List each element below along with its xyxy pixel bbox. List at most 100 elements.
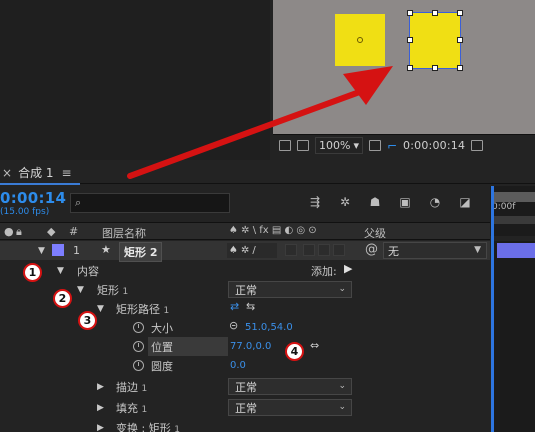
shy-switch-icon[interactable]: ♠ [229,245,238,256]
property-row-contents[interactable]: ▼ 内容 添加: ▶ [0,261,490,280]
stopwatch-icon[interactable] [133,360,144,371]
selection-handle[interactable] [407,10,413,16]
anchor-point-icon[interactable] [357,37,363,43]
collapse-triangle-icon[interactable]: ▶ [97,403,104,413]
adjustment-switch[interactable] [333,244,345,256]
selection-handle[interactable] [407,37,413,43]
layer-duration-bar[interactable] [497,243,535,258]
fx-switch[interactable] [285,244,297,256]
zoom-value: 100% [319,139,351,152]
add-menu-play-icon[interactable]: ▶ [344,262,352,275]
path-reverse-icon[interactable]: ⇆ [246,300,255,313]
scrub-cursor-icon: ⇔ [310,339,320,352]
yellow-rectangle-original[interactable] [335,14,385,66]
property-row-size[interactable]: 大小 ⊝ 51.0,54.0 [0,318,490,337]
property-row-roundness[interactable]: 圆度 0.0 [0,356,490,375]
position-value[interactable]: 77.0,0.0 [230,341,271,352]
mask-path-icon[interactable]: ⌐ [387,139,397,153]
contents-label: 内容 [77,265,99,278]
panel-menu-icon[interactable]: ≡ [62,166,72,180]
lock-icon[interactable]: 🔒︎ [16,225,22,239]
quality-switch-icon[interactable]: / [252,245,255,256]
stopwatch-icon[interactable] [133,322,144,333]
rectangle-blend-mode-select[interactable]: 正常 ⌄ [228,281,352,298]
viewer-timecode[interactable]: 0:00:00:14 [403,139,465,152]
position-label: 位置 [151,341,173,354]
layer-name[interactable]: 矩形 2 [119,242,163,262]
property-row-position[interactable]: 位置 77.0,0.0 ⇔ [0,337,490,356]
property-row-transform[interactable]: ▶ 变换 : 矩形 1 [0,418,490,432]
transform-label: 变换 : 矩形 1 [116,422,180,432]
size-value[interactable]: 51.0,54.0 [245,322,293,333]
callout-badge-3: 3 [78,311,97,330]
expand-triangle-icon[interactable]: ▼ [57,266,64,276]
chevron-down-icon: ▼ [474,245,481,255]
selection-handle[interactable] [432,65,438,71]
zoom-select[interactable]: 100% ▾ [315,137,363,154]
path-direction-icon[interactable]: ⇄ [230,300,239,313]
expand-triangle-icon[interactable]: ▼ [77,285,84,295]
layer-switches[interactable]: ♠ ✲ / [227,243,277,258]
property-row-rectangle-path[interactable]: ▼ 矩形路径 1 ⇄ ⇆ [0,299,490,318]
selection-handle[interactable] [457,65,463,71]
av-features-eye-icon[interactable]: ● [4,225,14,238]
layer-search-input[interactable]: ⌕ [70,193,230,213]
collapse-triangle-icon[interactable]: ▶ [97,382,104,392]
constrain-proportions-link-icon[interactable]: ⊝ [229,319,238,332]
region-of-interest-icon[interactable] [368,140,381,151]
project-panel [0,0,270,160]
current-time-display[interactable]: 0:00:14 [0,189,66,207]
camera-icon[interactable] [471,140,484,151]
roundness-label: 圆度 [151,360,173,373]
expand-triangle-icon[interactable]: ▼ [38,246,45,256]
chevron-down-icon: ⌄ [338,381,346,391]
property-row-rectangle[interactable]: ▼ 矩形 1 正常 ⌄ [0,280,490,299]
column-layer-name[interactable]: 图层名称 [102,225,146,241]
comp-mini-flowchart-icon[interactable]: ⇶ [307,194,323,210]
timeline-controls: 0:00:14 (15.00 fps) ⌕ ⇶ ✲ ☗ ▣ ◔ ◪ [0,186,535,222]
selection-handle[interactable] [407,65,413,71]
motion-blur-switch[interactable] [318,244,330,256]
current-time-indicator[interactable] [491,186,494,432]
selection-handle[interactable] [457,10,463,16]
collapse-switch-icon[interactable]: ✲ [241,245,249,256]
layer-row-1[interactable]: ▼ 1 ★ 矩形 2 ♠ ✲ / @ 无 ▼ [0,241,490,262]
selection-handle[interactable] [457,37,463,43]
property-row-stroke[interactable]: ▶ 描边 1 正常 ⌄ [0,377,490,396]
stopwatch-icon[interactable] [133,341,144,352]
frame-blend-switch[interactable] [303,244,315,256]
pick-whip-icon[interactable]: @ [365,242,378,257]
active-tab-indicator [0,183,80,185]
selection-handle[interactable] [432,10,438,16]
graph-editor-icon[interactable]: ◪ [457,194,473,210]
expand-triangle-icon[interactable]: ▼ [97,304,104,314]
frame-rate-label: (15.00 fps) [0,207,50,217]
shy-layers-icon[interactable]: ☗ [367,194,383,210]
parent-select[interactable]: 无 ▼ [383,242,487,259]
yellow-rectangle-selected[interactable] [407,10,463,71]
snapshot-display-icon[interactable] [279,140,291,151]
motion-blur-icon[interactable]: ◔ [427,194,443,210]
layer-color-swatch[interactable] [52,244,64,256]
add-menu-label[interactable]: 添加: [311,263,337,279]
column-parent[interactable]: 父级 [364,225,386,241]
property-row-fill[interactable]: ▶ 填充 1 正常 ⌄ [0,398,490,417]
monitor-icon[interactable] [297,140,309,151]
parent-value: 无 [388,244,399,258]
tab-composition-1[interactable]: 合成 1 [18,164,53,181]
work-area-bar[interactable] [492,192,535,202]
fill-blend-mode-select[interactable]: 正常 ⌄ [228,399,352,416]
collapse-triangle-icon[interactable]: ▶ [97,423,104,432]
label-tag-icon[interactable]: ◆ [47,225,55,238]
timeline-track-area[interactable] [494,241,535,432]
stroke-blend-mode-select[interactable]: 正常 ⌄ [228,378,352,395]
blend-mode-value: 正常 [235,401,257,415]
chevron-down-icon: ⌄ [338,402,346,412]
composition-viewer[interactable] [273,0,535,134]
roundness-value[interactable]: 0.0 [230,360,246,371]
column-hash: # [69,225,79,238]
close-tab-icon[interactable]: × [2,166,12,180]
frame-blending-icon[interactable]: ▣ [397,194,413,210]
timeline-tab-bar: × 合成 1 ≡ [0,162,535,184]
draft-3d-icon[interactable]: ✲ [337,194,353,210]
